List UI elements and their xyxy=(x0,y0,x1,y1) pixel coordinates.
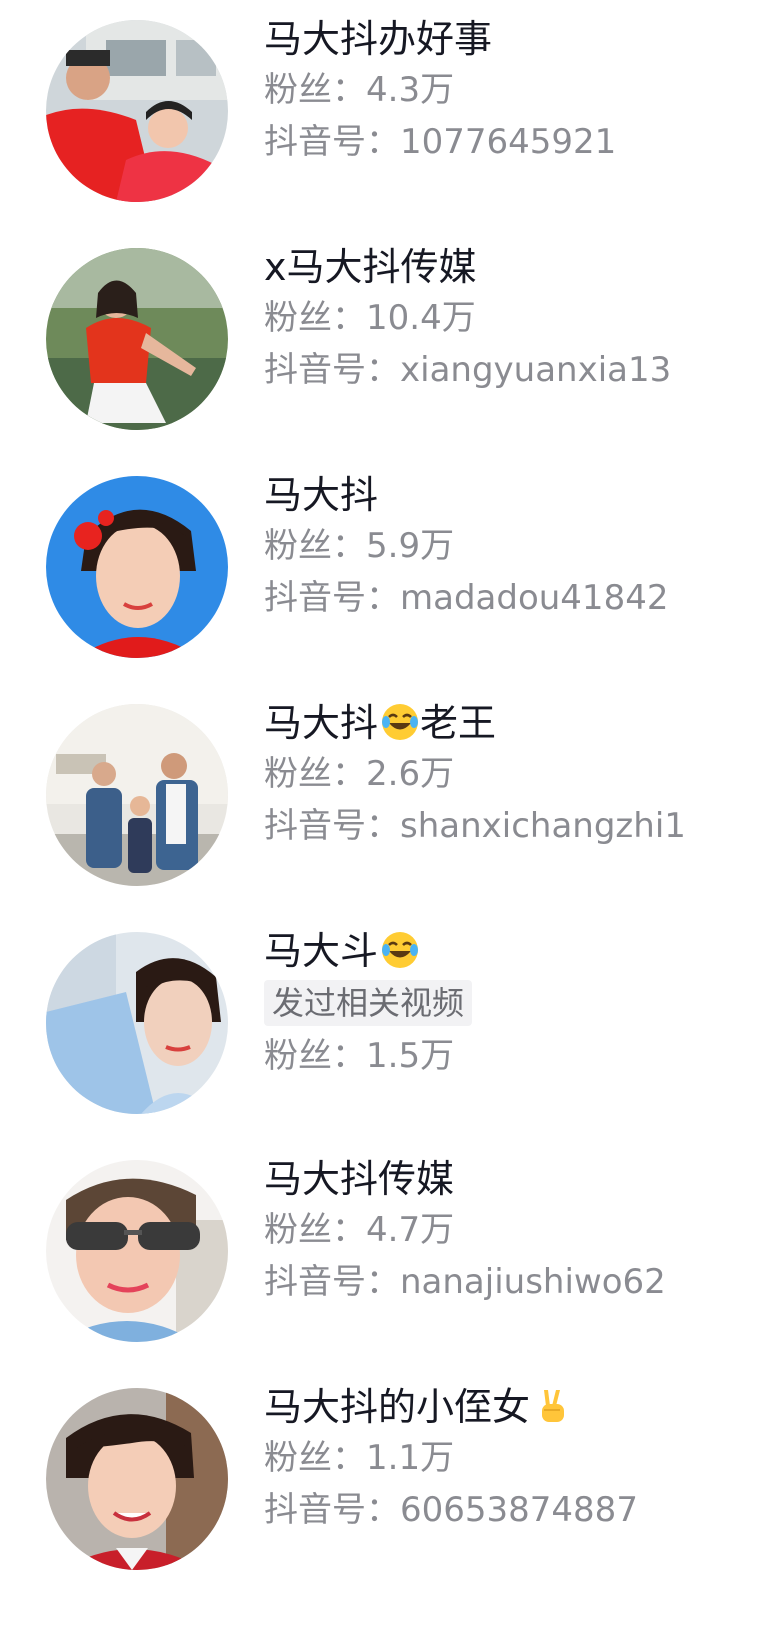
avatar[interactable] xyxy=(46,20,228,202)
user-row-4[interactable]: 马大抖 老王 粉丝：2.6万 抖音号：shanxichangzhi1 xyxy=(0,684,772,912)
douyin-id: 抖音号：madadou41842 xyxy=(264,578,669,618)
user-name: 马大斗 xyxy=(264,926,764,976)
avatar-image xyxy=(46,932,228,1114)
avatar[interactable] xyxy=(46,1388,228,1570)
user-info: 马大抖办好事 粉丝：4.3万 抖音号：1077645921 xyxy=(264,14,764,168)
avatar[interactable] xyxy=(46,248,228,430)
avatar-image xyxy=(46,704,228,886)
user-name: 马大抖 xyxy=(264,473,379,517)
laughing-tears-emoji-icon xyxy=(382,704,419,740)
avatar-image xyxy=(46,476,228,658)
user-info: 马大抖 老王 粉丝：2.6万 抖音号：shanxichangzhi1 xyxy=(264,698,764,852)
user-name: 马大抖 老王 xyxy=(264,701,497,745)
douyin-id: 抖音号：nanajiushiwo62 xyxy=(264,1262,666,1302)
user-search-results: 马大抖办好事 粉丝：4.3万 抖音号：1077645921 x马大抖传媒 粉丝：… xyxy=(0,0,772,1652)
fans-count: 粉丝：1.1万 xyxy=(264,1438,455,1478)
user-info: 马大抖的小侄女 粉丝：1.1万 抖音号：60653874887 xyxy=(264,1382,764,1536)
fans-count: 粉丝：4.3万 xyxy=(264,70,455,110)
avatar-image xyxy=(46,1388,228,1570)
fans-count: 粉丝：1.5万 xyxy=(264,1036,455,1076)
douyin-id: 抖音号：60653874887 xyxy=(264,1490,638,1530)
avatar-image xyxy=(46,20,228,202)
user-row-7[interactable]: 马大抖的小侄女 粉丝：1.1万 抖音号：60653874887 xyxy=(0,1368,772,1596)
douyin-id: 抖音号：xiangyuanxia13 xyxy=(264,350,672,390)
avatar[interactable] xyxy=(46,704,228,886)
avatar[interactable] xyxy=(46,476,228,658)
user-row-2[interactable]: x马大抖传媒 粉丝：10.4万 抖音号：xiangyuanxia13 xyxy=(0,228,772,456)
user-info: x马大抖传媒 粉丝：10.4万 抖音号：xiangyuanxia13 xyxy=(264,242,764,396)
user-info: 马大斗 发过相关视频 粉丝：1.5万 xyxy=(264,926,764,1082)
douyin-id: 抖音号：shanxichangzhi1 xyxy=(264,806,686,846)
avatar[interactable] xyxy=(46,1160,228,1342)
avatar-image xyxy=(46,1160,228,1342)
user-name: x马大抖传媒 xyxy=(264,245,477,289)
user-name: 马大抖的小侄女 xyxy=(264,1382,764,1432)
user-row-3[interactable]: 马大抖 粉丝：5.9万 抖音号：madadou41842 xyxy=(0,456,772,684)
fans-count: 粉丝：4.7万 xyxy=(264,1210,455,1250)
fans-count: 粉丝：5.9万 xyxy=(264,526,455,566)
user-name: 马大抖办好事 xyxy=(264,17,493,61)
user-row-5[interactable]: 马大斗 发过相关视频 粉丝：1.5万 xyxy=(0,912,772,1140)
user-info: 马大抖传媒 粉丝：4.7万 抖音号：nanajiushiwo62 xyxy=(264,1154,764,1308)
douyin-id: 抖音号：1077645921 xyxy=(264,122,617,162)
avatar[interactable] xyxy=(46,932,228,1114)
user-name: 马大抖传媒 xyxy=(264,1157,455,1201)
related-video-badge: 发过相关视频 xyxy=(264,980,473,1026)
fans-count: 粉丝：2.6万 xyxy=(264,754,455,794)
user-row-6[interactable]: 马大抖传媒 粉丝：4.7万 抖音号：nanajiushiwo62 xyxy=(0,1140,772,1368)
fans-count: 粉丝：10.4万 xyxy=(264,298,476,338)
user-info: 马大抖 粉丝：5.9万 抖音号：madadou41842 xyxy=(264,470,764,624)
user-row-1[interactable]: 马大抖办好事 粉丝：4.3万 抖音号：1077645921 xyxy=(0,0,772,228)
laughing-tears-emoji-icon xyxy=(382,932,419,968)
avatar-image xyxy=(46,248,228,430)
victory-hand-emoji-icon xyxy=(542,1390,565,1422)
